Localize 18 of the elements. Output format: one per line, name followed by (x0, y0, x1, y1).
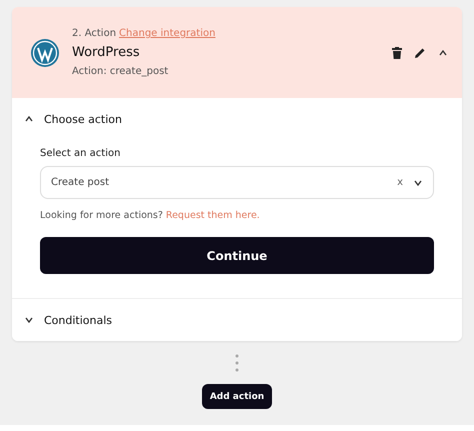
field-label: Select an action (40, 148, 122, 159)
chevron-icon (24, 315, 34, 325)
collapse-icon[interactable] (438, 48, 448, 58)
step-label: 2. Action (72, 28, 116, 39)
action-name: Action: create_post (72, 66, 170, 77)
section-header[interactable]: Conditionals (12, 299, 462, 341)
logo-icon (30, 38, 60, 68)
delete-icon[interactable] (392, 46, 402, 58)
continue-button[interactable]: Continue (40, 237, 434, 274)
action-select[interactable]: Create post x (40, 166, 434, 199)
help-text: Looking for more actions? (40, 210, 163, 221)
edit-icon[interactable] (414, 46, 426, 58)
chevron-icon (24, 114, 34, 124)
app-name: WordPress (72, 45, 141, 60)
add-action-button[interactable]: Add action (202, 384, 272, 409)
connector-dots-icon (235, 354, 239, 372)
section-header[interactable]: Choose action (12, 98, 462, 140)
clear-button[interactable]: x (397, 177, 403, 188)
